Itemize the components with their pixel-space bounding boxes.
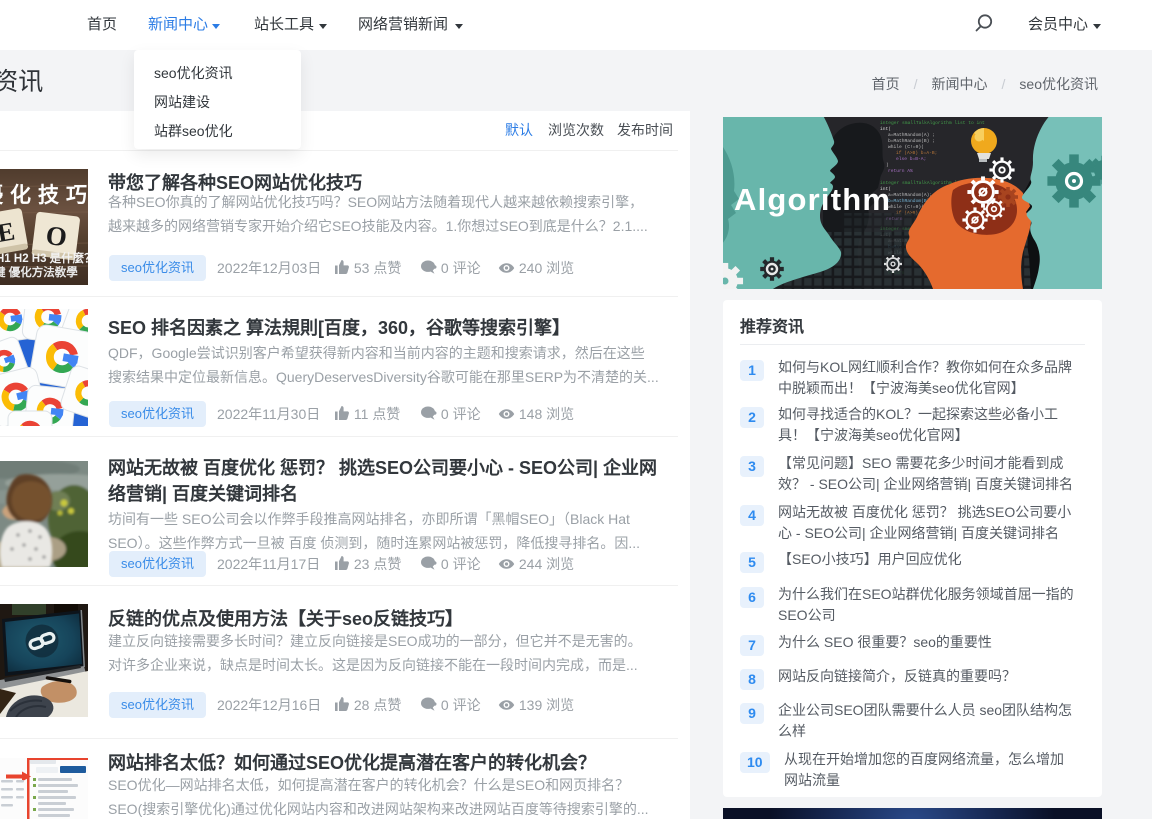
- svg-text:Algorithm: Algorithm: [734, 182, 891, 217]
- svg-text:integer smallTalkAlgorithm lis: integer smallTalkAlgorithm list to int: [880, 120, 985, 126]
- svg-text:): ): [886, 162, 889, 168]
- svg-text:a=MathRandom(A);: a=MathRandom(A);: [888, 192, 932, 198]
- svg-text:while (C!=0)(: while (C!=0)(: [888, 144, 924, 150]
- svg-text:int(: int(: [880, 126, 891, 132]
- svg-text:鍵 優化方法敎學: 鍵 優化方法敎學: [0, 265, 78, 279]
- svg-text:while (C!=0)(: while (C!=0)(: [888, 204, 924, 210]
- svg-text:b=MathRandom(B) ;: b=MathRandom(B) ;: [888, 138, 935, 144]
- svg-text:else b=B-A;: else b=B-A;: [896, 156, 926, 162]
- svg-text:H1 H2 H3 是什麼？: H1 H2 H3 是什麼？: [0, 251, 88, 265]
- svg-text:if (A>B) b=A-B;: if (A>B) b=A-B;: [896, 150, 937, 156]
- svg-text:a=MathRandom(A) ;: a=MathRandom(A) ;: [888, 132, 935, 138]
- svg-text:O: O: [44, 220, 69, 252]
- svg-text:優化技巧: 優化技巧: [0, 183, 88, 207]
- svg-text:return A%: return A%: [888, 168, 913, 174]
